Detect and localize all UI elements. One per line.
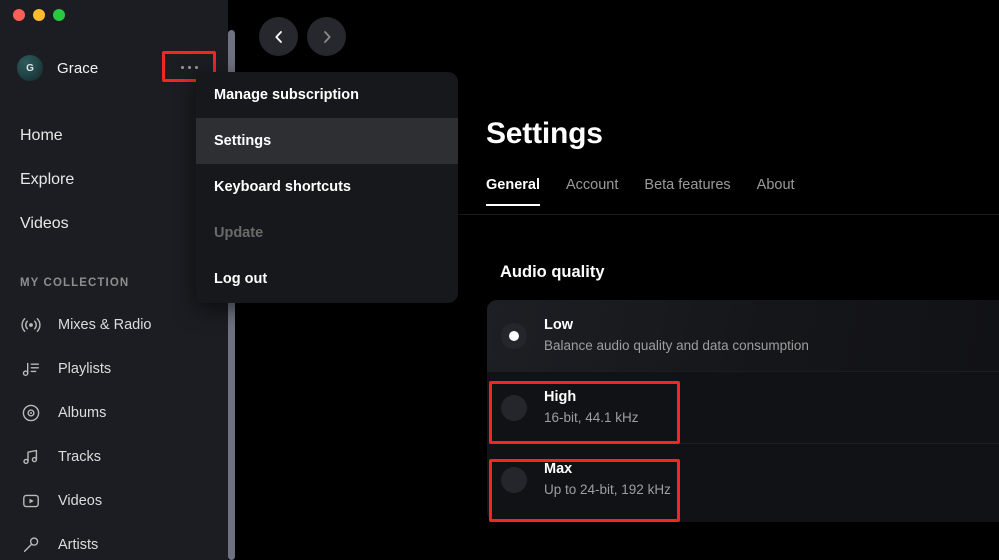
option-label: Max xyxy=(544,461,573,478)
option-text: High 16-bit, 44.1 kHz xyxy=(544,387,639,428)
forward-button[interactable] xyxy=(307,17,346,56)
menu-item-label: Settings xyxy=(214,133,272,149)
option-description: Up to 24-bit, 192 kHz xyxy=(544,482,671,498)
window-traffic-lights xyxy=(13,9,65,21)
profile-dropdown-menu: Manage subscription Settings Keyboard sh… xyxy=(196,72,458,303)
menu-item-update: Update xyxy=(196,210,458,256)
menu-item-label: Manage subscription xyxy=(214,87,360,103)
tab-about[interactable]: About xyxy=(757,177,795,206)
dot-icon xyxy=(180,65,184,69)
option-description: Balance audio quality and data consumpti… xyxy=(544,337,809,353)
audio-quality-card: Low Balance audio quality and data consu… xyxy=(487,300,999,522)
sidebar-item-tracks[interactable]: Tracks xyxy=(0,440,228,474)
option-label: Low xyxy=(544,316,573,333)
dot-icon xyxy=(187,65,191,69)
music-note-icon xyxy=(18,447,44,467)
option-text: Max Up to 24-bit, 192 kHz xyxy=(544,459,671,500)
radio-button-max[interactable] xyxy=(501,467,527,493)
radio-button-high[interactable] xyxy=(501,394,527,421)
page-title: Settings xyxy=(486,117,603,150)
menu-item-label: Log out xyxy=(214,271,268,287)
dot-icon xyxy=(194,65,198,69)
sidebar: G Grace Home Explore Videos MY COLLECTIO… xyxy=(0,0,228,560)
sidebar-item-mixes-and-radio[interactable]: Mixes & Radio xyxy=(0,308,228,342)
menu-item-log-out[interactable]: Log out xyxy=(196,256,458,302)
menu-item-label: Keyboard shortcuts xyxy=(214,179,351,195)
broadcast-icon xyxy=(18,315,44,335)
chevron-left-icon xyxy=(274,30,282,43)
menu-item-keyboard-shortcuts[interactable]: Keyboard shortcuts xyxy=(196,164,458,210)
close-window-button[interactable] xyxy=(13,9,25,21)
menu-item-manage-subscription[interactable]: Manage subscription xyxy=(196,72,458,118)
settings-tabs: General Account Beta features About xyxy=(486,177,795,206)
app-window: G Grace Home Explore Videos MY COLLECTIO… xyxy=(0,0,999,560)
option-label: High xyxy=(544,388,577,405)
sidebar-item-label: Tracks xyxy=(58,449,101,465)
profile-name: Grace xyxy=(57,59,99,77)
sidebar-item-label: Videos xyxy=(58,493,103,509)
microphone-icon xyxy=(18,535,44,555)
tab-beta-features[interactable]: Beta features xyxy=(644,177,730,206)
tab-account[interactable]: Account xyxy=(566,177,618,206)
sidebar-item-home[interactable]: Home xyxy=(0,121,228,151)
radio-button-low[interactable] xyxy=(501,322,527,349)
sidebar-item-albums[interactable]: Albums xyxy=(0,396,228,430)
sidebar-item-collection-videos[interactable]: Videos xyxy=(0,484,228,518)
tab-general[interactable]: General xyxy=(486,177,540,206)
sidebar-item-label: Home xyxy=(20,127,63,144)
option-description: 16-bit, 44.1 kHz xyxy=(544,409,639,425)
playlist-icon xyxy=(18,359,44,379)
my-collection-heading: MY COLLECTION xyxy=(20,277,130,289)
sidebar-item-artists[interactable]: Artists xyxy=(0,528,228,560)
sidebar-item-videos[interactable]: Videos xyxy=(0,209,228,239)
sidebar-item-label: Artists xyxy=(58,537,99,553)
audio-quality-heading: Audio quality xyxy=(500,263,605,281)
sidebar-item-label: Videos xyxy=(20,215,69,232)
navigation-arrows xyxy=(259,17,346,56)
radio-selected-dot xyxy=(509,330,519,341)
minimize-window-button[interactable] xyxy=(33,9,45,21)
sidebar-item-explore[interactable]: Explore xyxy=(0,165,228,195)
album-disc-icon xyxy=(18,403,44,423)
audio-quality-option-low[interactable]: Low Balance audio quality and data consu… xyxy=(487,300,999,372)
sidebar-item-playlists[interactable]: Playlists xyxy=(0,352,228,386)
option-text: Low Balance audio quality and data consu… xyxy=(544,315,809,356)
video-play-icon xyxy=(18,491,44,511)
maximize-window-button[interactable] xyxy=(53,9,65,21)
menu-item-label: Update xyxy=(214,225,264,241)
audio-quality-option-high[interactable]: High 16-bit, 44.1 kHz xyxy=(487,372,999,444)
sidebar-item-label: Mixes & Radio xyxy=(58,317,152,333)
menu-item-settings[interactable]: Settings xyxy=(196,118,458,164)
avatar: G xyxy=(17,55,43,81)
chevron-right-icon xyxy=(323,30,331,43)
audio-quality-option-max[interactable]: Max Up to 24-bit, 192 kHz xyxy=(487,444,999,516)
sidebar-item-label: Albums xyxy=(58,405,107,421)
sidebar-item-label: Playlists xyxy=(58,361,112,377)
sidebar-item-label: Explore xyxy=(20,171,75,188)
back-button[interactable] xyxy=(259,17,298,56)
